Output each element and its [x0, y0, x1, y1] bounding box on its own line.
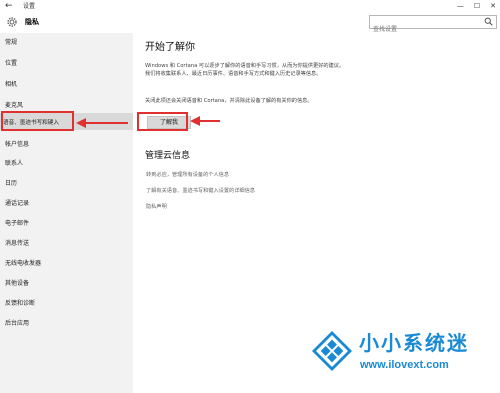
link-privacy-statement[interactable]: 隐私声明 — [146, 203, 167, 211]
sidebar-item-account-info[interactable]: 帐户信息 — [5, 140, 29, 150]
sidebar-item-feedback[interactable]: 反馈和诊断 — [5, 299, 35, 309]
sidebar-item-email[interactable]: 电子邮件 — [5, 219, 29, 229]
sidebar-item-contacts[interactable]: 联系人 — [5, 159, 23, 169]
watermark-title: 小小系统迷 — [359, 331, 469, 355]
gear-icon — [7, 17, 17, 27]
description-text: Windows 和 Cortana 可以逐步了解你的语音和手写习惯，从而为你提供… — [145, 63, 345, 77]
sidebar-item-messaging[interactable]: 消息传送 — [5, 239, 29, 249]
sidebar-item-background-apps[interactable]: 后台应用 — [5, 319, 29, 329]
minimize-button[interactable]: — — [457, 0, 464, 13]
search-box[interactable] — [369, 15, 497, 36]
sidebar-item-calendar[interactable]: 日历 — [5, 179, 17, 189]
window-title: 设置 — [23, 3, 36, 10]
windows-logo-icon — [312, 331, 352, 371]
sidebar-item-call-history[interactable]: 通话记录 — [5, 199, 29, 209]
page-header: 隐私 — [0, 13, 500, 36]
cloud-info-heading: 管理云信息 — [145, 151, 191, 161]
annotation-box-button — [137, 112, 188, 131]
sidebar-item-camera[interactable]: 相机 — [5, 80, 17, 90]
sidebar-item-microphone[interactable]: 麦克风 — [5, 101, 23, 111]
back-arrow-icon[interactable]: ← — [5, 0, 13, 12]
sidebar-item-other-devices[interactable]: 其他设备 — [5, 279, 29, 289]
page-title: 隐私 — [25, 18, 39, 26]
annotation-box-sidebar — [1, 111, 74, 131]
maximize-button[interactable]: ☐ — [474, 0, 480, 13]
sidebar: 常规 位置 相机 麦克风 语音、墨迹书写和键入 帐户信息 联系人 日历 通话记录… — [0, 33, 133, 393]
note-text: 关闭此项还会关闭语音和 Cortana，并清除此设备了解的有关你的信息。 — [145, 98, 313, 104]
sidebar-item-radios[interactable]: 无线电收发器 — [5, 259, 41, 269]
link-learn-more[interactable]: 了解有关语音、墨迹书写和键入设置的详细信息 — [146, 187, 255, 195]
search-icon[interactable] — [484, 17, 493, 26]
title-bar: ← 设置 — ☐ ✕ — [0, 0, 500, 13]
close-button[interactable]: ✕ — [490, 0, 496, 13]
window-controls: — ☐ ✕ — [457, 0, 496, 13]
sidebar-item-location[interactable]: 位置 — [5, 59, 17, 69]
watermark-url: www.ilovext.com — [360, 359, 449, 371]
sidebar-item-general[interactable]: 常规 — [5, 38, 17, 48]
watermark: 小小系统迷 www.ilovext.com — [304, 325, 494, 385]
section-heading: 开始了解你 — [145, 42, 195, 53]
link-manage-bing[interactable]: 转到必应，管理所有设备的个人信息 — [146, 171, 229, 179]
